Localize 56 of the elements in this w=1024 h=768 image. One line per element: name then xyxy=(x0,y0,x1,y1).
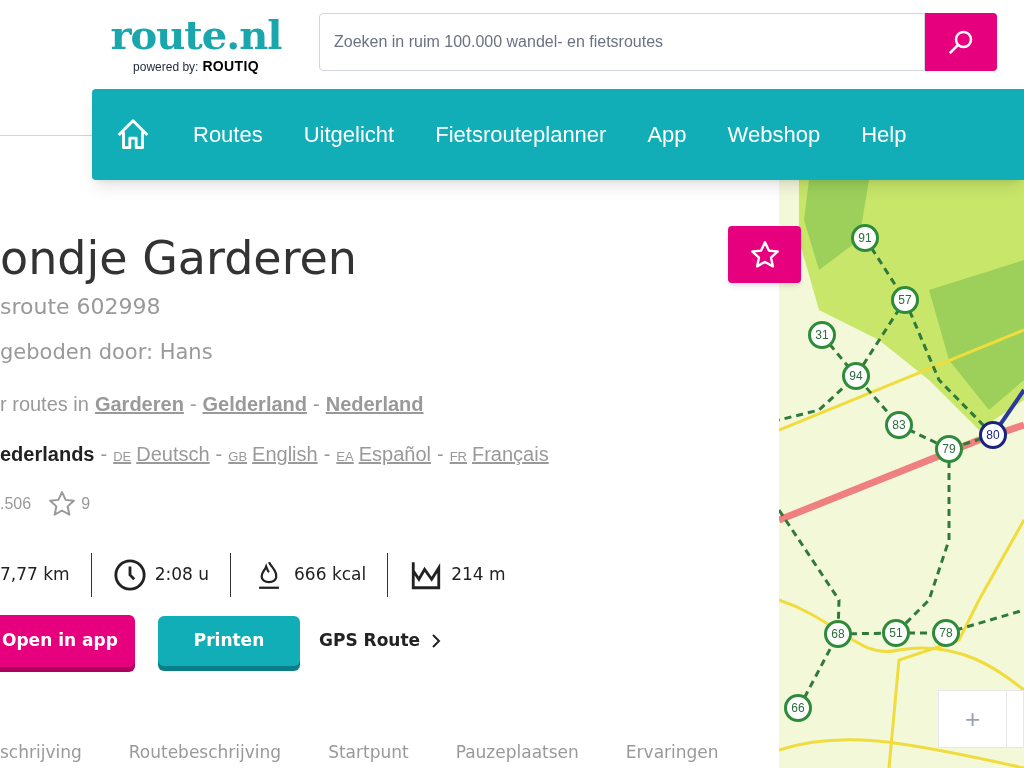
nav-link[interactable]: Uitgelicht xyxy=(303,118,395,151)
more-routes-label: r routes in xyxy=(0,391,89,417)
separator-text: - xyxy=(436,441,444,467)
zoom-in-button[interactable]: + xyxy=(939,691,1007,747)
region-link[interactable]: Nederland xyxy=(325,388,424,419)
separator-text: - xyxy=(215,441,223,467)
search-field[interactable]: Zoeken in ruim 100.000 wandel- en fietsroutes xyxy=(319,13,925,71)
map-node-marker[interactable]: 68 xyxy=(824,620,852,648)
language-link[interactable]: FR Français xyxy=(449,438,549,469)
stat-value: 666 kcal xyxy=(294,562,367,586)
powered-by-label: powered by: xyxy=(133,59,199,76)
nav-link[interactable]: Fietsrouteplanner xyxy=(435,118,607,151)
nav-link[interactable]: App xyxy=(647,118,687,151)
nav-link[interactable]: Help xyxy=(861,118,907,151)
chevron-right-icon xyxy=(430,632,443,649)
clock-icon xyxy=(112,557,147,592)
stat-value: 214 m xyxy=(451,562,506,586)
map-node-marker[interactable]: 51 xyxy=(882,619,910,647)
brand-logo: ROUTIQ xyxy=(202,57,259,76)
map[interactable]: 91 57 31 94 83 79 80 68 51 78 66 + xyxy=(779,180,1024,768)
separator-text: - xyxy=(323,441,331,467)
section-tab[interactable]: schrijving xyxy=(0,740,82,766)
language-link[interactable]: DE Deutsch xyxy=(113,438,210,469)
map-node-marker[interactable]: 79 xyxy=(935,435,963,463)
route-author: geboden door: Hans xyxy=(0,339,214,366)
route-title: ondje Garderen xyxy=(0,230,358,287)
map-node-marker[interactable]: 66 xyxy=(784,694,812,722)
view-count: .506 xyxy=(0,493,32,514)
separator-text: - xyxy=(100,441,108,467)
map-node-marker[interactable]: 31 xyxy=(808,321,836,349)
favorite-button[interactable] xyxy=(728,226,801,283)
separator-text: - xyxy=(313,391,320,417)
map-node-marker[interactable]: 80 xyxy=(979,421,1007,449)
section-tab[interactable]: Routebeschrijving xyxy=(128,740,282,766)
separator-text: - xyxy=(189,391,197,417)
rating-count: 9 xyxy=(81,493,91,514)
map-node-marker[interactable]: 83 xyxy=(885,411,913,439)
gps-route-link[interactable]: GPS Route xyxy=(319,627,443,654)
region-link[interactable]: Gelderland xyxy=(202,388,308,419)
stat-value: 7,77 km xyxy=(0,562,70,586)
search-button[interactable] xyxy=(925,13,997,71)
site-logo[interactable]: route.nl xyxy=(110,12,282,58)
stat-value: 2:08 u xyxy=(154,562,210,586)
language-link[interactable]: GB English xyxy=(228,438,318,469)
language-link[interactable]: EA Español xyxy=(336,438,431,469)
map-node-marker[interactable]: 78 xyxy=(932,619,960,647)
language-link[interactable]: ederlands xyxy=(0,438,95,469)
section-tab[interactable]: Ervaringen xyxy=(625,740,719,766)
section-tab[interactable]: Pauzeplaatsen xyxy=(455,740,579,766)
nav-link[interactable]: Routes xyxy=(193,118,263,151)
star-icon xyxy=(47,488,78,519)
route-subtitle: sroute 602998 xyxy=(0,293,162,321)
section-tab[interactable]: Startpunt xyxy=(328,740,409,766)
region-link[interactable]: Garderen xyxy=(94,388,184,419)
nav-link[interactable]: Webshop xyxy=(727,118,821,151)
map-node-marker[interactable]: 94 xyxy=(842,362,870,390)
